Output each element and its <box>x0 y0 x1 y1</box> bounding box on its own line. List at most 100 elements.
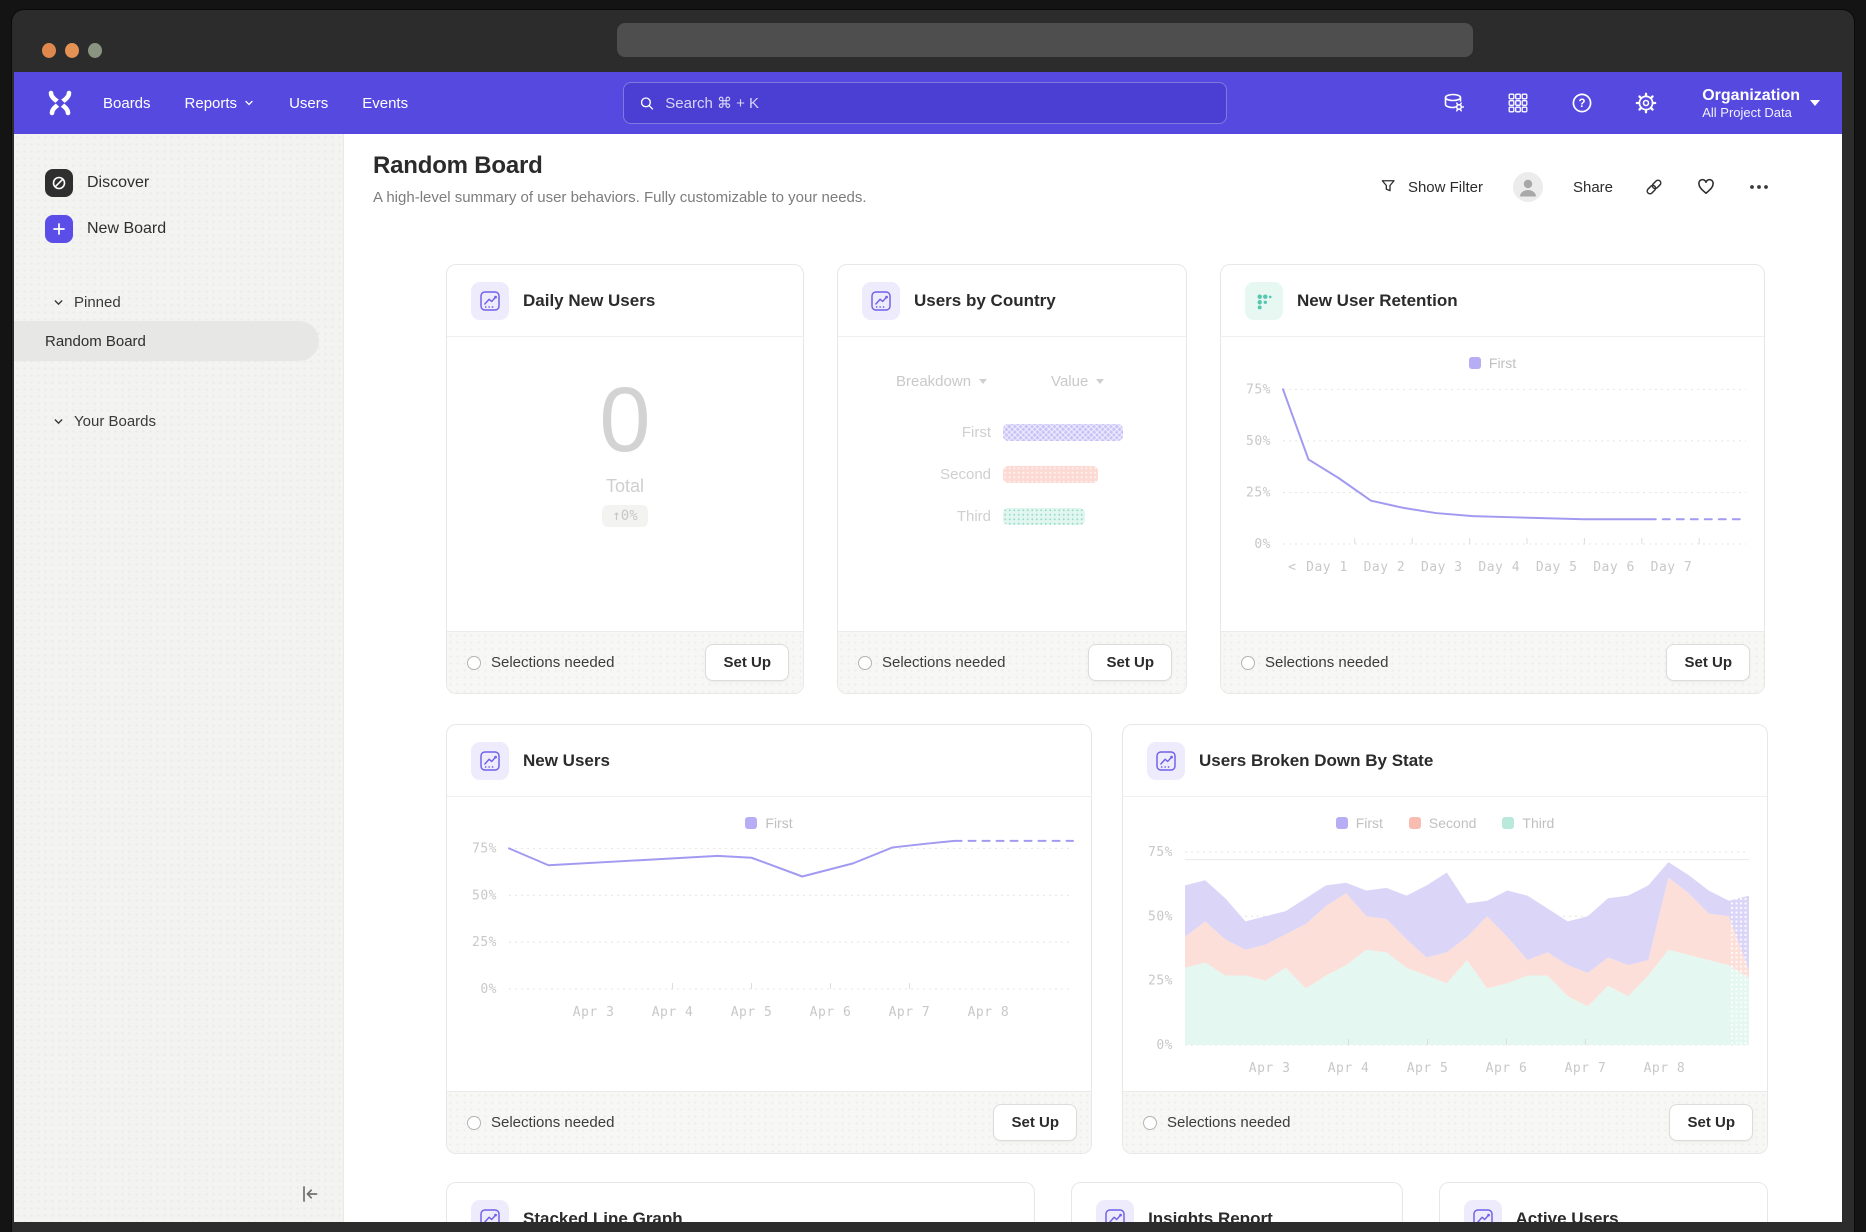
sidebar-collapse-icon[interactable] <box>297 1182 321 1206</box>
card-footer: Selections needed Set Up <box>447 1091 1091 1153</box>
status-radio-icon <box>467 656 481 670</box>
data-management-icon[interactable] <box>1442 91 1466 115</box>
plus-icon <box>45 215 73 243</box>
value-label: Value <box>1051 373 1088 390</box>
help-icon[interactable]: ? <box>1570 91 1594 115</box>
traffic-lights <box>42 43 102 58</box>
chevron-down-icon <box>1096 379 1104 384</box>
nav-item-users-label: Users <box>289 95 328 112</box>
minimize-window-button[interactable] <box>65 43 79 58</box>
close-window-button[interactable] <box>42 43 56 58</box>
app-root: Boards Reports Users Events <box>14 72 1842 1222</box>
chevron-down-icon <box>1810 100 1820 106</box>
insights-chart-icon <box>862 282 900 320</box>
search-bar[interactable] <box>623 82 1227 124</box>
svg-text:50%: 50% <box>472 888 497 903</box>
status-text: Selections needed <box>1167 1114 1290 1131</box>
card-header: Users Broken Down By State <box>1123 725 1767 797</box>
svg-text:Day 3: Day 3 <box>1421 560 1463 575</box>
org-switcher[interactable]: Organization All Project Data <box>1702 86 1820 121</box>
set-up-button[interactable]: Set Up <box>993 1104 1077 1141</box>
show-filter-button[interactable]: Show Filter <box>1379 177 1483 197</box>
svg-text:Apr 7: Apr 7 <box>1565 1061 1607 1076</box>
metric-delta-badge: ↑0% <box>602 505 647 527</box>
sidebar-item-random-board[interactable]: Random Board <box>14 321 319 361</box>
card-daily-new-users: Daily New Users 0 Total ↑0% <box>446 264 804 694</box>
chevron-down-icon <box>243 97 255 109</box>
status-radio-icon <box>467 1116 481 1130</box>
set-up-button[interactable]: Set Up <box>1669 1104 1753 1141</box>
nav-item-events[interactable]: Events <box>362 95 408 112</box>
card-stacked-line-graph: Stacked Line Graph <box>446 1182 1035 1222</box>
sidebar-section-pinned[interactable]: Pinned <box>14 286 343 319</box>
sidebar-section-label: Pinned <box>74 294 121 311</box>
bar-label: First <box>838 424 1003 441</box>
app-grid-icon[interactable] <box>1506 91 1530 115</box>
main-content: Random Board A high-level summary of use… <box>344 134 1842 1222</box>
bar-row: Second <box>838 466 1186 483</box>
card-header: Active Users <box>1440 1183 1767 1222</box>
card-header: Stacked Line Graph <box>447 1183 1034 1222</box>
bar-first <box>1003 424 1123 441</box>
legend-item: First <box>1336 813 1383 833</box>
card-header: Insights Report <box>1072 1183 1401 1222</box>
status-text: Selections needed <box>491 1114 614 1131</box>
card-new-users: New Users First 75%50%25%0%Apr 3Apr 4Apr… <box>446 724 1092 1154</box>
share-button[interactable]: Share <box>1573 179 1613 196</box>
desktop: Boards Reports Users Events <box>0 0 1866 1232</box>
settings-gear-icon[interactable] <box>1634 91 1658 115</box>
sidebar-item-discover[interactable]: Discover <box>14 160 343 206</box>
copy-link-icon[interactable] <box>1643 176 1665 198</box>
filter-funnel-icon <box>1379 177 1399 197</box>
svg-text:Apr 3: Apr 3 <box>573 1005 615 1020</box>
retention-grid-icon <box>1245 282 1283 320</box>
svg-text:25%: 25% <box>1246 485 1271 500</box>
more-options-icon[interactable] <box>1747 175 1771 199</box>
svg-text:50%: 50% <box>1148 909 1173 924</box>
legend-item: Second <box>1409 813 1476 833</box>
card-title: Users Broken Down By State <box>1199 751 1433 771</box>
search-input[interactable] <box>665 95 1212 112</box>
sidebar-section-your-boards[interactable]: Your Boards <box>14 405 343 438</box>
card-body: First 75%50%25%0%Apr 3Apr 4Apr 5Apr 6Apr… <box>447 797 1091 1091</box>
avatar[interactable] <box>1513 172 1543 202</box>
bar-label: Third <box>838 508 1003 525</box>
svg-text:Apr 6: Apr 6 <box>810 1005 852 1020</box>
set-up-button[interactable]: Set Up <box>1666 644 1750 681</box>
insights-chart-icon <box>471 742 509 780</box>
value-dropdown[interactable]: Value <box>1051 373 1104 390</box>
svg-text:75%: 75% <box>1246 382 1271 397</box>
card-header: New User Retention <box>1221 265 1764 337</box>
nav-item-events-label: Events <box>362 95 408 112</box>
set-up-button[interactable]: Set Up <box>705 644 789 681</box>
nav-left: Boards Reports Users Events <box>47 90 408 116</box>
svg-text:75%: 75% <box>1148 845 1173 860</box>
share-label: Share <box>1573 179 1613 196</box>
board-header: Random Board A high-level summary of use… <box>344 134 1842 206</box>
mixpanel-logo[interactable] <box>47 90 73 116</box>
card-title: New User Retention <box>1297 291 1458 311</box>
nav-item-users[interactable]: Users <box>289 95 328 112</box>
breakdown-dropdown[interactable]: Breakdown <box>896 373 987 390</box>
card-header: Users by Country <box>838 265 1186 337</box>
metric-label: Total <box>606 476 644 497</box>
card-body: Breakdown Value <box>838 337 1186 631</box>
nav-item-reports[interactable]: Reports <box>185 95 256 112</box>
svg-text:Apr 4: Apr 4 <box>652 1005 694 1020</box>
bar-label: Second <box>838 466 1003 483</box>
svg-text:Day 6: Day 6 <box>1593 560 1635 575</box>
legend-item: First <box>745 813 792 833</box>
nav-item-boards[interactable]: Boards <box>103 95 151 112</box>
card-body: 0 Total ↑0% <box>447 337 803 631</box>
nav-right: ? Organization <box>1442 86 1820 121</box>
svg-text:50%: 50% <box>1246 434 1271 449</box>
chart-legend: First <box>1221 353 1764 373</box>
favorite-heart-icon[interactable] <box>1695 176 1717 198</box>
address-bar[interactable] <box>617 23 1473 57</box>
zoom-window-button[interactable] <box>88 43 102 58</box>
sidebar-item-new-board[interactable]: New Board <box>14 206 343 252</box>
set-up-button[interactable]: Set Up <box>1088 644 1172 681</box>
svg-text:25%: 25% <box>1148 974 1173 989</box>
new-users-line-chart: 75%50%25%0%Apr 3Apr 4Apr 5Apr 6Apr 7Apr … <box>447 839 1091 1069</box>
window-titlebar[interactable] <box>12 10 1854 72</box>
